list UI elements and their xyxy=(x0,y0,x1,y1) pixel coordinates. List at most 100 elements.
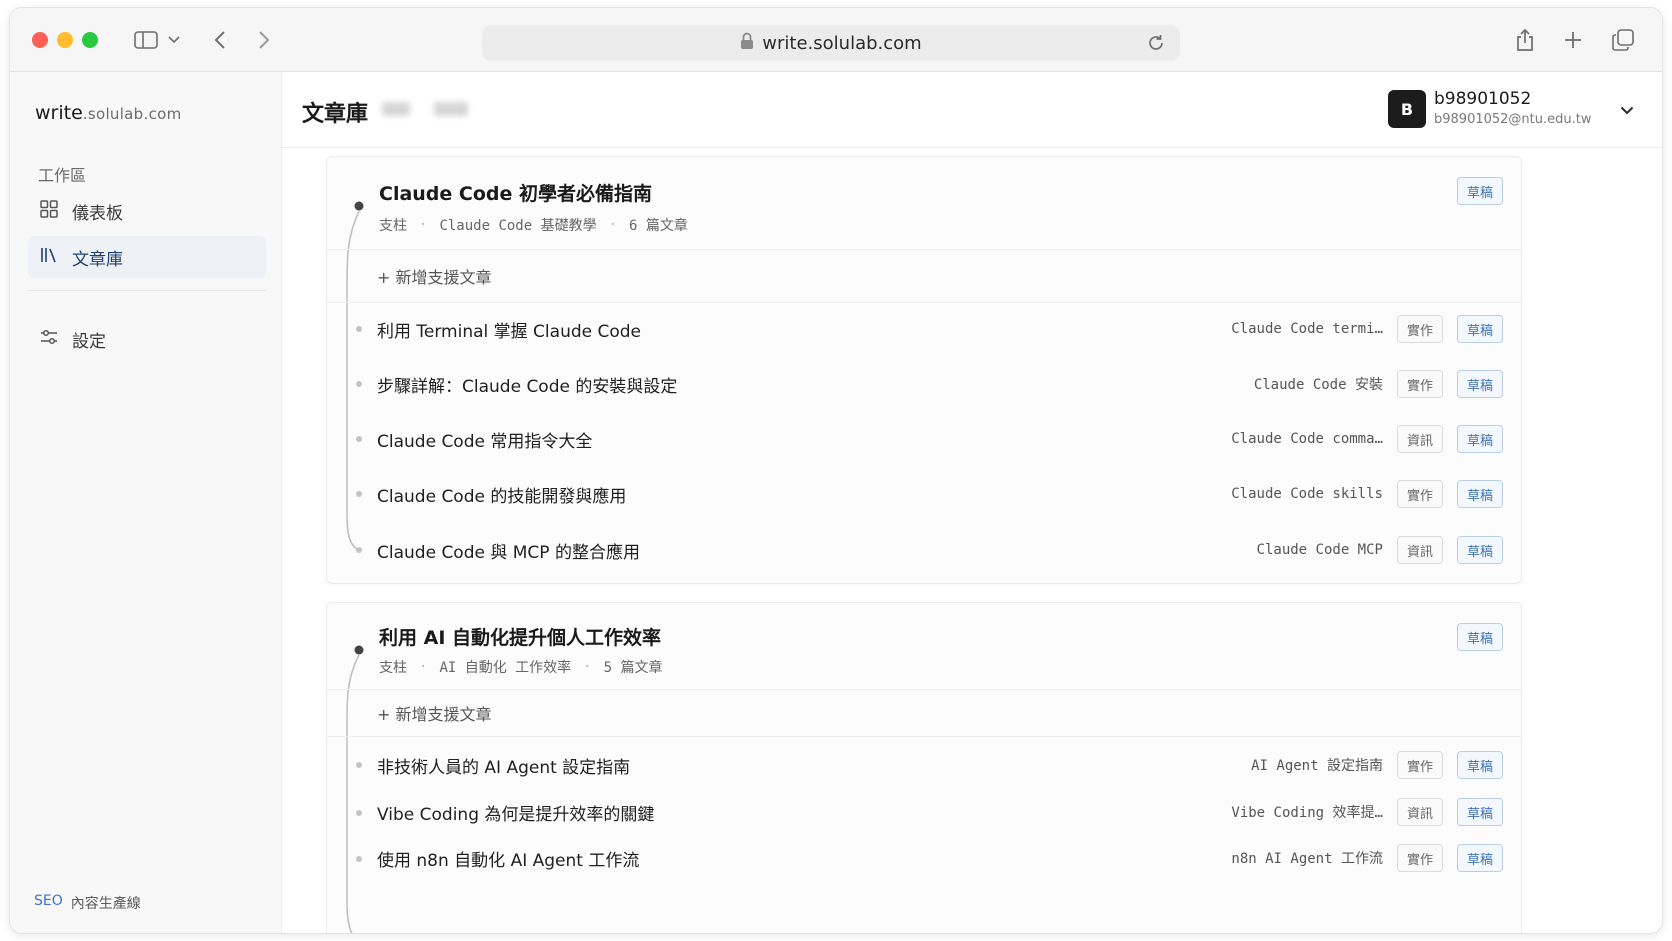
article-title[interactable]: 非技術人員的 AI Agent 設定指南 xyxy=(377,753,1251,778)
article-title[interactable]: Claude Code 常用指令大全 xyxy=(377,427,1231,452)
sidebar-item-dashboard[interactable]: 儀表板 xyxy=(28,190,266,232)
sidebar-item-label: 設定 xyxy=(72,331,106,352)
page-header: 文章庫 B b98901052 b98901052@ntu.edu.tw xyxy=(282,72,1662,148)
pillar-meta: 支柱 · Claude Code 基礎教學 · 6 篇文章 xyxy=(379,215,688,235)
type-badge: 實作 xyxy=(1396,844,1443,872)
user-name[interactable]: b98901052 xyxy=(1434,89,1550,109)
article-row[interactable]: Claude Code 與 MCP 的整合應用 Claude Code MCP … xyxy=(327,526,1521,574)
sidebar-item-label: 儀表板 xyxy=(72,203,123,224)
type-badge: 實作 xyxy=(1396,370,1443,398)
type-badge: 實作 xyxy=(1396,315,1443,343)
separator-dot: · xyxy=(608,217,618,233)
article-row[interactable]: Claude Code 常用指令大全 Claude Code comma… 資訊… xyxy=(327,415,1521,463)
forward-icon[interactable] xyxy=(252,28,276,52)
article-keyword: Claude Code skills xyxy=(1231,486,1383,502)
article-keyword: Claude Code comma… xyxy=(1231,431,1383,447)
brand-domain: .solulab.com xyxy=(82,105,182,123)
pillar-meta: 支柱 · AI 自動化 工作效率 · 5 篇文章 xyxy=(379,657,662,677)
status-badge[interactable]: 草稿 xyxy=(1456,370,1503,398)
redacted-text xyxy=(382,102,410,116)
new-tab-icon[interactable] xyxy=(1560,28,1586,52)
article-title[interactable]: 使用 n8n 自動化 AI Agent 工作流 xyxy=(377,846,1231,871)
type-badge: 實作 xyxy=(1396,480,1443,508)
status-badge[interactable]: 草稿 xyxy=(1456,536,1503,564)
status-badge[interactable]: 草稿 xyxy=(1456,623,1503,651)
sliders-icon xyxy=(40,328,58,351)
separator-dot: · xyxy=(419,659,428,675)
minimize-window-button[interactable] xyxy=(57,32,73,48)
status-badge[interactable]: 草稿 xyxy=(1456,751,1503,779)
browser-toolbar: write.solulab.com xyxy=(10,8,1662,72)
browser-window: write.solulab.com write.solulab.com 工作區 … xyxy=(10,8,1662,933)
footer-text: 內容生產線 xyxy=(70,896,141,912)
type-badge: 資訊 xyxy=(1396,536,1443,564)
sidebar-divider xyxy=(28,290,266,291)
zoom-window-button[interactable] xyxy=(82,32,98,48)
pillar-keyword: Claude Code 基礎教學 xyxy=(439,218,597,234)
article-row[interactable]: 步驟詳解：Claude Code 的安裝與設定 Claude Code 安裝 實… xyxy=(327,360,1521,408)
user-email: b98901052@ntu.edu.tw xyxy=(1434,112,1592,127)
status-badge[interactable]: 草稿 xyxy=(1456,315,1503,343)
article-keyword: Claude Code MCP xyxy=(1256,542,1383,558)
sidebar-footer: SEO 內容生產線 xyxy=(34,893,141,913)
chevron-down-icon[interactable] xyxy=(1620,100,1634,119)
article-row[interactable]: Claude Code 的技能開發與應用 Claude Code skills … xyxy=(327,470,1521,518)
pillar-title[interactable]: Claude Code 初學者必備指南 xyxy=(379,179,652,206)
reload-icon[interactable] xyxy=(1146,33,1166,58)
add-support-article-button[interactable]: + 新增支援文章 xyxy=(327,249,1521,303)
sidebar-toggle-icon[interactable] xyxy=(132,28,160,52)
sidebar-item-library[interactable]: 文章庫 xyxy=(28,236,266,278)
status-badge[interactable]: 草稿 xyxy=(1456,177,1503,205)
pillar-keyword: AI 自動化 工作效率 xyxy=(439,660,572,676)
sidebar-item-label: 文章庫 xyxy=(72,249,123,270)
avatar[interactable]: B xyxy=(1388,90,1426,128)
type-badge: 實作 xyxy=(1396,751,1443,779)
status-badge[interactable]: 草稿 xyxy=(1456,425,1503,453)
article-keyword: Claude Code 安裝 xyxy=(1253,377,1383,393)
lock-icon xyxy=(740,32,754,55)
article-title[interactable]: 步驟詳解：Claude Code 的安裝與設定 xyxy=(377,372,1254,397)
article-keyword: n8n AI Agent 工作流 xyxy=(1231,851,1383,867)
article-title[interactable]: Claude Code 與 MCP 的整合應用 xyxy=(377,538,1257,563)
share-icon[interactable] xyxy=(1512,28,1538,52)
library-icon xyxy=(40,246,58,269)
footer-seo: SEO xyxy=(34,893,63,909)
pillar-title[interactable]: 利用 AI 自動化提升個人工作效率 xyxy=(379,623,661,650)
separator-dot: · xyxy=(419,217,428,233)
type-badge: 資訊 xyxy=(1396,425,1443,453)
page-title: 文章庫 xyxy=(302,102,369,127)
article-keyword: Claude Code termi… xyxy=(1231,321,1383,337)
pillar-card: 利用 AI 自動化提升個人工作效率 支柱 · AI 自動化 工作效率 · 5 篇… xyxy=(326,602,1522,933)
sidebar-item-settings[interactable]: 設定 xyxy=(28,318,266,360)
tab-overview-icon[interactable] xyxy=(1610,28,1636,52)
app-sidebar: write.solulab.com 工作區 儀表板 文章庫 設定 SEO 內容生… xyxy=(10,72,282,933)
article-library: Claude Code 初學者必備指南 支柱 · Claude Code 基礎教… xyxy=(282,148,1662,933)
chevron-down-icon[interactable] xyxy=(166,28,182,52)
workspace-section-label: 工作區 xyxy=(38,166,87,185)
status-badge[interactable]: 草稿 xyxy=(1456,844,1503,872)
pillar-count: 6 篇文章 xyxy=(629,218,688,234)
close-window-button[interactable] xyxy=(32,32,48,48)
article-row[interactable]: 利用 Terminal 掌握 Claude Code Claude Code t… xyxy=(327,305,1521,353)
back-icon[interactable] xyxy=(208,28,232,52)
redacted-text xyxy=(434,102,468,116)
article-title[interactable]: Claude Code 的技能開發與應用 xyxy=(377,482,1231,507)
article-title[interactable]: Vibe Coding 為何是提升效率的關鍵 xyxy=(377,800,1231,825)
address-bar[interactable]: write.solulab.com xyxy=(482,25,1180,61)
status-badge[interactable]: 草稿 xyxy=(1456,480,1503,508)
article-keyword: Vibe Coding 效率提… xyxy=(1231,805,1383,821)
article-row[interactable]: Vibe Coding 為何是提升效率的關鍵 Vibe Coding 效率提… … xyxy=(327,789,1521,835)
article-keyword: AI Agent 設定指南 xyxy=(1251,758,1383,774)
add-support-article-button[interactable]: + 新增支援文章 xyxy=(327,689,1521,737)
pillar-kind: 支柱 xyxy=(379,660,407,676)
brand-logo[interactable]: write.solulab.com xyxy=(35,102,182,124)
article-row[interactable]: 使用 n8n 自動化 AI Agent 工作流 n8n AI Agent 工作流… xyxy=(327,835,1521,881)
status-badge[interactable]: 草稿 xyxy=(1456,798,1503,826)
separator-dot: · xyxy=(583,659,592,675)
article-title[interactable]: 利用 Terminal 掌握 Claude Code xyxy=(377,317,1231,342)
pillar-card: Claude Code 初學者必備指南 支柱 · Claude Code 基礎教… xyxy=(326,156,1522,584)
grid-icon xyxy=(40,199,58,223)
url-text: write.solulab.com xyxy=(762,32,922,54)
article-row[interactable]: 非技術人員的 AI Agent 設定指南 AI Agent 設定指南 實作 草稿 xyxy=(327,741,1521,789)
type-badge: 資訊 xyxy=(1396,798,1443,826)
